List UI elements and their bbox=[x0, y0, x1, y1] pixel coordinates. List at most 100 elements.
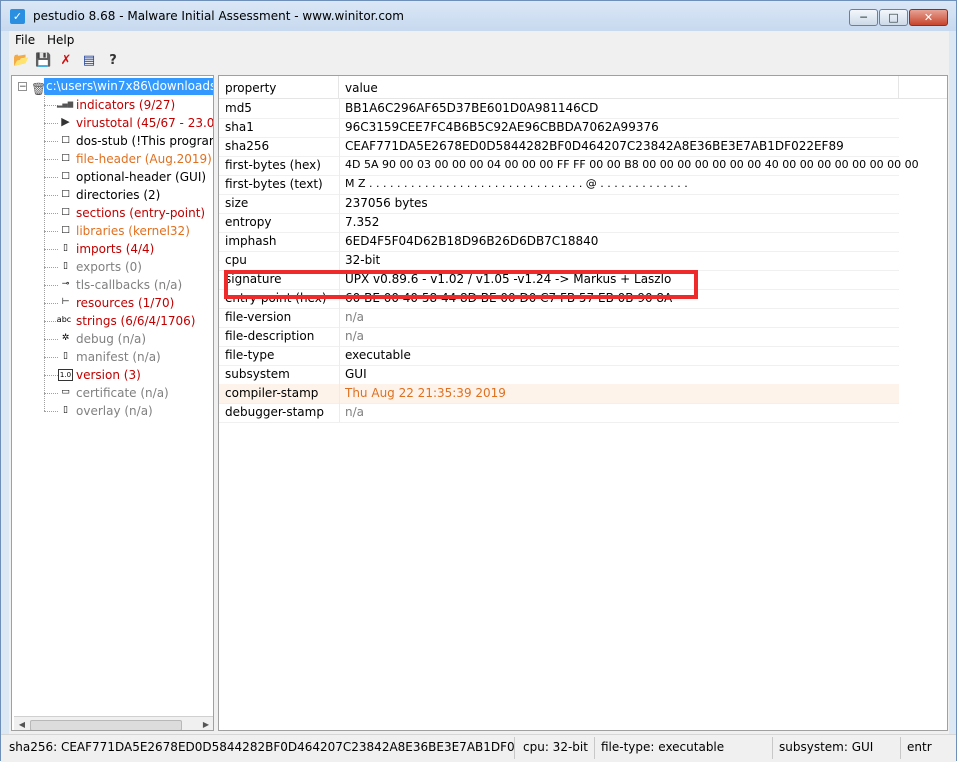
table-row[interactable]: entropy 7.352 bbox=[219, 213, 899, 233]
tree-horizontal-scrollbar[interactable]: ◀ ▶ bbox=[14, 716, 213, 730]
table-row[interactable]: file-version n/a bbox=[219, 308, 899, 328]
save-icon[interactable]: 💾 bbox=[35, 53, 51, 69]
status-entry: entr bbox=[907, 740, 932, 754]
column-header-value[interactable]: value bbox=[339, 76, 899, 98]
box-icon: □ bbox=[61, 189, 70, 199]
value-cell: executable bbox=[345, 348, 411, 362]
value-cell: n/a bbox=[345, 329, 365, 343]
property-cell: file-type bbox=[225, 348, 275, 362]
column-header-property[interactable]: property bbox=[219, 76, 339, 98]
tree-connector-branch bbox=[44, 285, 58, 286]
tree-item-label: certificate (n/a) bbox=[76, 386, 169, 400]
table-row[interactable]: imphash 6ED4F5F04D62B18D96B26D6DB7C18840 bbox=[219, 232, 899, 252]
value-cell: 6ED4F5F04D62B18D96B26D6DB7C18840 bbox=[345, 234, 599, 248]
list-icon[interactable]: ▤ bbox=[81, 53, 97, 69]
tree-connector-branch bbox=[44, 375, 58, 376]
column-divider bbox=[339, 365, 340, 384]
table-row[interactable]: first-bytes (hex) 4D 5A 90 00 03 00 00 00… bbox=[219, 156, 919, 176]
property-cell: first-bytes (text) bbox=[225, 177, 323, 191]
open-folder-icon[interactable]: 📂 bbox=[13, 53, 29, 69]
value-cell: n/a bbox=[345, 405, 365, 419]
table-row[interactable]: cpu 32-bit bbox=[219, 251, 899, 271]
tree-item-label: sections (entry-point) bbox=[76, 206, 206, 220]
window-title: pestudio 8.68 - Malware Initial Assessme… bbox=[33, 9, 404, 23]
table-row[interactable]: sha256 CEAF771DA5E2678ED0D5844282BF0D4642… bbox=[219, 137, 899, 157]
tree-item-label: imports (4/4) bbox=[76, 242, 155, 256]
property-cell: md5 bbox=[225, 101, 252, 115]
status-subsystem: subsystem: GUI bbox=[775, 737, 901, 759]
minimize-button[interactable]: ─ bbox=[849, 9, 878, 26]
column-divider bbox=[339, 308, 340, 327]
table-row[interactable]: file-type executable bbox=[219, 346, 899, 366]
tree-connector-branch bbox=[44, 141, 58, 142]
table-row[interactable]: size 237056 bytes bbox=[219, 194, 899, 214]
status-bar: sha256: CEAF771DA5E2678ED0D5844282BF0D46… bbox=[1, 734, 956, 762]
table-row[interactable]: sha1 96C3159CEE7FC4B6B5C92AE96CBBDA7062A9… bbox=[219, 118, 899, 138]
value-cell: M Z . . . . . . . . . . . . . . . . . . … bbox=[345, 177, 688, 190]
menu-help[interactable]: Help bbox=[47, 33, 74, 47]
status-sha256: sha256: CEAF771DA5E2678ED0D5844282BF0D46… bbox=[5, 737, 515, 759]
tree-view[interactable]: − 🗑 c:\users\win7x86\downloads\ ▂▄▆ indic… bbox=[11, 75, 214, 731]
column-divider bbox=[339, 213, 340, 232]
tree-item-label: libraries (kernel32) bbox=[76, 224, 190, 238]
table-row[interactable]: file-description n/a bbox=[219, 327, 899, 347]
table-row[interactable]: compiler-stamp Thu Aug 22 21:35:39 2019 bbox=[219, 384, 899, 404]
property-cell: file-version bbox=[225, 310, 292, 324]
tree-item-label: exports (0) bbox=[76, 260, 142, 274]
abc-icon: abc bbox=[56, 315, 72, 324]
tree-connector-branch bbox=[44, 105, 58, 106]
app-window: ✓ pestudio 8.68 - Malware Initial Assess… bbox=[0, 0, 957, 762]
tree-item-label: resources (1/70) bbox=[76, 296, 175, 310]
tree-item-label: file-header (Aug.2019) bbox=[76, 152, 212, 166]
delete-x-icon[interactable]: ✗ bbox=[58, 53, 74, 69]
help-question-icon[interactable]: ? bbox=[105, 53, 121, 69]
value-cell: CEAF771DA5E2678ED0D5844282BF0D464207C238… bbox=[345, 139, 844, 153]
play-icon: ▶ bbox=[61, 115, 70, 128]
tree-connector-branch bbox=[44, 303, 58, 304]
value-cell: 32-bit bbox=[345, 253, 381, 267]
table-row[interactable]: md5 BB1A6C296AF65D37BE601D0A981146CD bbox=[219, 99, 899, 119]
maximize-icon: □ bbox=[888, 11, 899, 24]
column-divider bbox=[339, 327, 340, 346]
column-divider bbox=[339, 156, 340, 175]
value-cell: Thu Aug 22 21:35:39 2019 bbox=[345, 386, 506, 400]
scrollbar-thumb[interactable] bbox=[30, 720, 182, 730]
menu-bar: File Help bbox=[9, 31, 949, 50]
minimize-icon: ─ bbox=[860, 11, 867, 24]
title-bar[interactable]: ✓ pestudio 8.68 - Malware Initial Assess… bbox=[1, 1, 956, 31]
check-icon: ✓ bbox=[10, 9, 25, 24]
tree-item-label: strings (6/6/4/1706) bbox=[76, 314, 196, 328]
tree-connector-branch bbox=[44, 267, 58, 268]
close-icon: ✕ bbox=[923, 11, 934, 24]
value-cell: 7.352 bbox=[345, 215, 380, 229]
property-cell: imphash bbox=[225, 234, 277, 248]
tree-item-label: virustotal (45/67 - 23.01.20 bbox=[76, 116, 214, 130]
signature-highlight-box bbox=[224, 270, 698, 299]
tree-item-label: version (3) bbox=[76, 368, 141, 382]
table-row[interactable]: debugger-stamp n/a bbox=[219, 403, 899, 423]
property-table[interactable]: property value md5 BB1A6C296AF65D37BE601D… bbox=[218, 75, 948, 731]
table-row[interactable]: first-bytes (text) M Z . . . . . . . . . … bbox=[219, 175, 899, 195]
property-cell: subsystem bbox=[225, 367, 290, 381]
menu-file[interactable]: File bbox=[15, 33, 35, 47]
tree-item-label: manifest (n/a) bbox=[76, 350, 161, 364]
document-icon: ▯ bbox=[63, 261, 68, 271]
scroll-right-icon[interactable]: ▶ bbox=[200, 719, 212, 730]
property-cell: size bbox=[225, 196, 249, 210]
tree-item-label: debug (n/a) bbox=[76, 332, 147, 346]
close-button[interactable]: ✕ bbox=[909, 9, 948, 26]
scroll-left-icon[interactable]: ◀ bbox=[16, 719, 28, 730]
collapse-icon[interactable]: − bbox=[18, 82, 27, 92]
tree-root-label[interactable]: c:\users\win7x86\downloads\ bbox=[44, 78, 213, 95]
value-cell: 96C3159CEE7FC4B6B5C92AE96CBBDA7062A99376 bbox=[345, 120, 659, 134]
property-cell: entropy bbox=[225, 215, 272, 229]
value-cell: 237056 bytes bbox=[345, 196, 428, 210]
column-divider bbox=[339, 232, 340, 251]
table-row[interactable]: subsystem GUI bbox=[219, 365, 899, 385]
tree-connector-branch bbox=[44, 249, 58, 250]
document-icon: ▯ bbox=[63, 351, 68, 361]
maximize-button[interactable]: □ bbox=[879, 9, 908, 26]
property-cell: first-bytes (hex) bbox=[225, 158, 321, 172]
column-divider bbox=[339, 137, 340, 156]
tree-item-label: directories (2) bbox=[76, 188, 161, 202]
